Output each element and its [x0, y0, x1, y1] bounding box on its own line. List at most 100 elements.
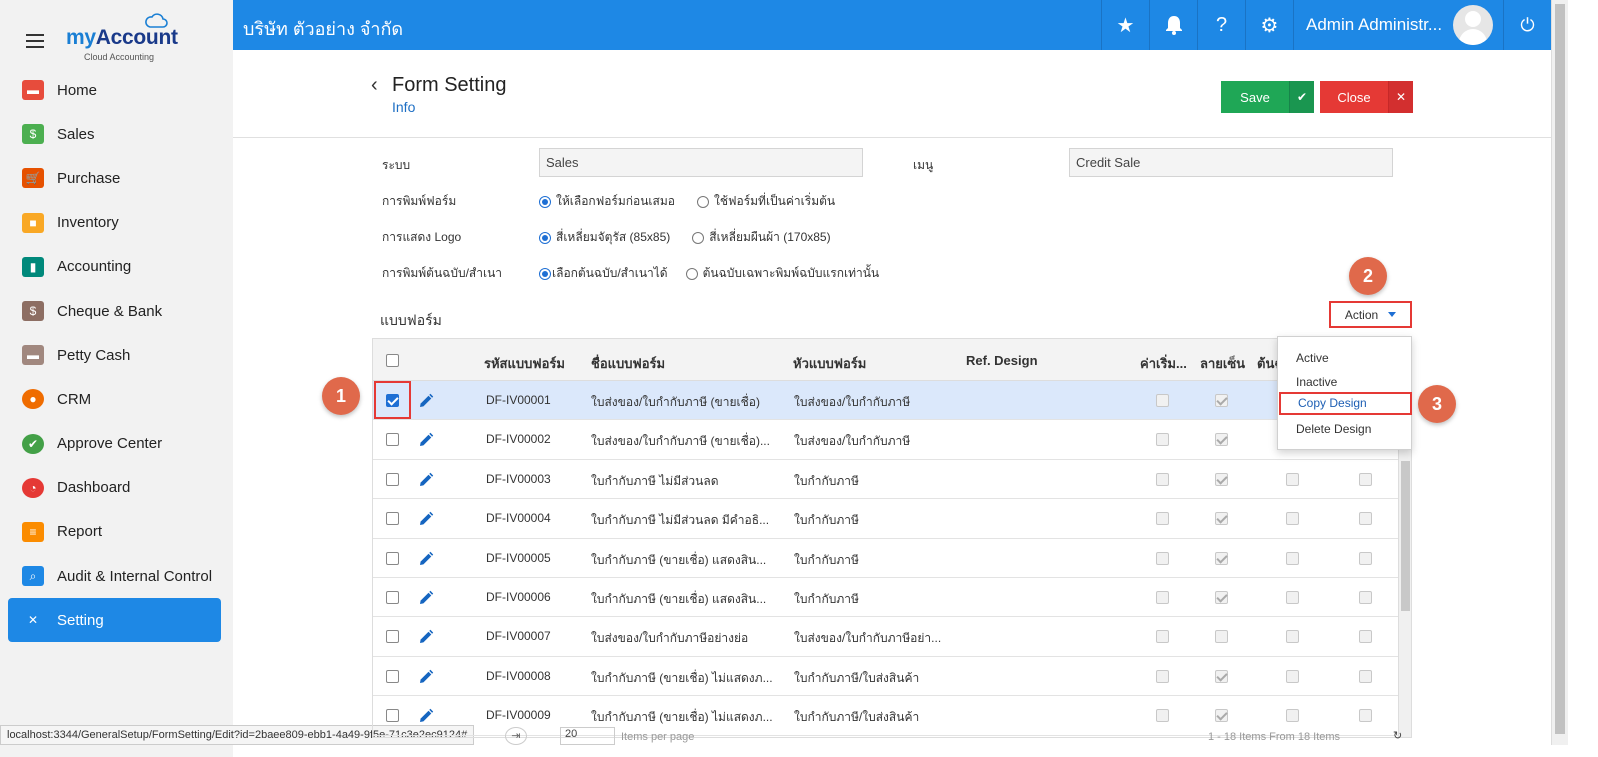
star-icon[interactable]: ★: [1101, 0, 1149, 50]
step-marker-2: 2: [1349, 257, 1387, 295]
table-row[interactable]: DF-IV00006 ใบกำกับภาษี (ขายเชื่อ) แสดงสิน…: [373, 578, 1398, 618]
table-row[interactable]: DF-IV00002 ใบส่งของ/ใบกำกับภาษี (ขายเชื่อ…: [373, 420, 1398, 460]
row-checkbox[interactable]: [386, 709, 399, 723]
sidebar-item-inventory[interactable]: ■ Inventory: [8, 201, 221, 245]
header-ref-design[interactable]: Ref. Design: [966, 353, 1038, 368]
sidebar-item-approve-center[interactable]: ✔ Approve Center: [8, 422, 221, 466]
pie-chart-icon: ◔: [22, 477, 44, 498]
row-checkbox[interactable]: [386, 591, 399, 604]
row-checkbox[interactable]: [386, 630, 399, 644]
row-checkbox[interactable]: [386, 433, 399, 447]
save-button[interactable]: Save: [1221, 81, 1289, 113]
table-row[interactable]: DF-IV00005 ใบกำกับภาษี (ขายเชื่อ) แสดงสิน…: [373, 539, 1398, 578]
last-page-icon[interactable]: ⇥: [505, 727, 527, 745]
sidebar-item-home[interactable]: ▬ Home: [8, 68, 221, 112]
menu-item-active[interactable]: Active: [1278, 347, 1413, 370]
radio-button[interactable]: [696, 195, 709, 208]
cart-icon: 🛒: [22, 168, 44, 189]
cell-name: ใบส่งของ/ใบกำกับภาษี (ขายเชื่อ)...: [591, 434, 770, 449]
bell-icon[interactable]: [1149, 0, 1197, 50]
sidebar-item-audit-internal-control[interactable]: ⌕ Audit & Internal Control: [8, 554, 221, 598]
page-scrollbar[interactable]: [1551, 0, 1568, 745]
table-row[interactable]: DF-IV00007 ใบส่งของ/ใบกำกับภาษีอย่างย่อ ใบ…: [373, 617, 1398, 657]
print-option-2[interactable]: ใช้ฟอร์มที่เป็นค่าเริ่มต้น: [696, 192, 835, 211]
pencil-icon[interactable]: [418, 590, 434, 606]
table-row[interactable]: DF-IV00004 ใบกำกับภาษี ไม่มีส่วนลด มีคำอธ…: [373, 499, 1398, 539]
sidebar: myAccount Cloud Accounting ▬ Home $ Sales 🛒 P…: [0, 0, 233, 757]
pencil-icon[interactable]: [418, 393, 434, 409]
header-heading[interactable]: หัวแบบฟอร์ม: [793, 353, 866, 374]
sidebar-item-purchase[interactable]: 🛒 Purchase: [8, 156, 221, 200]
table-row[interactable]: DF-IV00008 ใบกำกับภาษี (ขายเชื่อ) ไม่แสดง…: [373, 657, 1398, 697]
row-checkbox[interactable]: [386, 551, 399, 565]
logo-option-2[interactable]: สี่เหลี่ยมผืนผ้า (170x85): [692, 228, 831, 247]
help-icon[interactable]: ?: [1197, 0, 1245, 50]
copy-option-1[interactable]: เลือกต้นฉบับ/สำเนาได้: [539, 264, 668, 283]
pencil-icon[interactable]: [418, 432, 434, 448]
refresh-icon[interactable]: ↻: [1393, 729, 1402, 742]
logo-suffix: Account: [95, 26, 178, 49]
pencil-icon[interactable]: [418, 708, 434, 724]
radio-button[interactable]: [539, 267, 551, 280]
print-radio-group: ให้เลือกฟอร์มก่อนเสมอ ใช้ฟอร์มที่เป็นค่า…: [539, 192, 857, 211]
step-marker-3: 3: [1418, 385, 1456, 423]
close-button[interactable]: Close: [1320, 81, 1388, 113]
page-size-select[interactable]: 20: [560, 727, 615, 745]
menu-item-copy-design[interactable]: Copy Design: [1279, 392, 1412, 415]
highlight-box-checkbox: [374, 381, 411, 419]
radio-button[interactable]: [685, 267, 698, 280]
save-check-icon[interactable]: ✔: [1289, 81, 1314, 113]
menu-item-inactive[interactable]: Inactive: [1278, 371, 1413, 394]
sidebar-item-accounting[interactable]: ▮ Accounting: [8, 245, 221, 289]
pencil-icon[interactable]: [418, 551, 434, 567]
sidebar-item-cheque-bank[interactable]: $ Cheque & Bank: [8, 289, 221, 333]
gear-icon[interactable]: ⚙: [1245, 0, 1293, 50]
radio-button[interactable]: [539, 231, 551, 244]
menu-item-delete-design[interactable]: Delete Design: [1278, 418, 1413, 441]
row-checkbox[interactable]: [386, 669, 399, 683]
back-arrow-icon[interactable]: ‹: [371, 74, 378, 97]
pencil-icon[interactable]: [418, 511, 434, 527]
radio-button[interactable]: [539, 195, 551, 208]
table-scrollbar-thumb[interactable]: [1401, 461, 1410, 611]
table-header: รหัสแบบฟอร์ม ชื่อแบบฟอร์ม หัวแบบฟอร์ม Re…: [373, 339, 1411, 381]
sidebar-item-dashboard[interactable]: ◔ Dashboard: [8, 466, 221, 510]
pencil-icon[interactable]: [418, 472, 434, 488]
sidebar-item-petty-cash[interactable]: ▬ Petty Cash: [8, 333, 221, 377]
table-row[interactable]: DF-IV00003 ใบกำกับภาษี ไม่มีส่วนลด ใบกำกับ…: [373, 460, 1398, 500]
header-name[interactable]: ชื่อแบบฟอร์ม: [591, 353, 665, 374]
sidebar-item-label: Purchase: [57, 169, 121, 187]
user-name[interactable]: Admin Administr...: [1293, 0, 1443, 50]
sidebar-item-setting[interactable]: ✕ Setting: [8, 598, 221, 643]
header-signature[interactable]: ลายเซ็น: [1200, 353, 1245, 374]
cell-name: ใบกำกับภาษี (ขายเชื่อ) แสดงสิน...: [591, 592, 767, 606]
radio-button[interactable]: [692, 231, 705, 244]
system-field[interactable]: Sales: [539, 148, 863, 177]
action-button[interactable]: Action: [1329, 301, 1412, 328]
power-icon[interactable]: ⏻: [1503, 0, 1551, 50]
menu-field[interactable]: Credit Sale: [1069, 148, 1393, 177]
pencil-icon[interactable]: [418, 669, 434, 685]
pencil-icon[interactable]: [418, 629, 434, 645]
logo[interactable]: myAccount: [66, 26, 178, 50]
table-row[interactable]: DF-IV00001 ใบส่งของ/ใบกำกับภาษี (ขายเชื่อ…: [373, 381, 1398, 421]
company-name: บริษัท ตัวอย่าง จำกัด: [243, 19, 404, 39]
close-icon[interactable]: ✕: [1388, 81, 1413, 113]
radio-label: สี่เหลี่ยมผืนผ้า (170x85): [709, 230, 831, 244]
select-all-checkbox[interactable]: [386, 354, 399, 367]
cell-heading: ใบส่งของ/ใบกำกับภาษีอย่า...: [794, 631, 942, 646]
sidebar-item-report[interactable]: ≡ Report: [8, 510, 221, 554]
print-option-1[interactable]: ให้เลือกฟอร์มก่อนเสมอ: [539, 192, 675, 211]
row-checkbox[interactable]: [386, 472, 399, 486]
header-code[interactable]: รหัสแบบฟอร์ม: [484, 353, 565, 374]
sidebar-item-crm[interactable]: ● CRM: [8, 377, 221, 421]
logo-option-1[interactable]: สี่เหลี่ยมจัตุรัส (85x85): [539, 228, 670, 247]
copy-checkbox: [1359, 591, 1372, 604]
header-default[interactable]: ค่าเริ่ม...: [1140, 353, 1187, 374]
sidebar-item-sales[interactable]: $ Sales: [8, 112, 221, 156]
page-scrollbar-thumb[interactable]: [1555, 4, 1565, 734]
row-checkbox[interactable]: [386, 512, 399, 526]
hamburger-menu-icon[interactable]: [26, 34, 44, 48]
copy-option-2[interactable]: ต้นฉบับเฉพาะพิมพ์ฉบับแรกเท่านั้น: [685, 264, 879, 283]
avatar[interactable]: [1453, 5, 1493, 45]
